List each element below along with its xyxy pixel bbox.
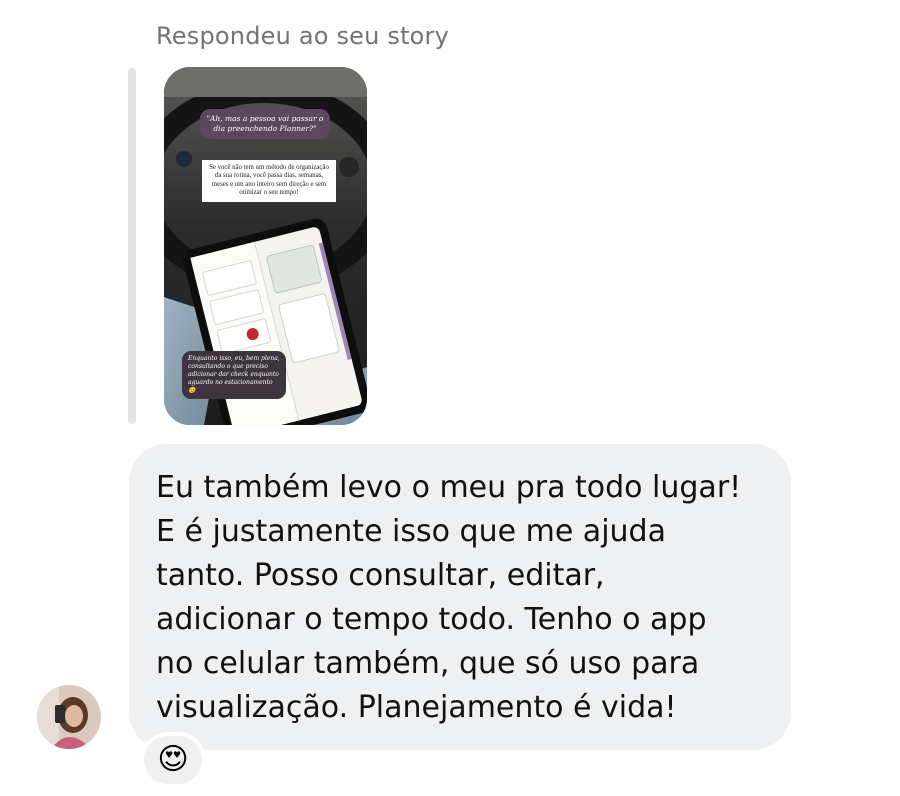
message-line: adicionar o tempo todo. Tenho o app [156, 602, 707, 637]
message-line: E é justamente isso que me ajuda [156, 514, 666, 549]
story-quote: "Ah, mas a pessoa vai passar o dia preen… [200, 109, 330, 139]
message-line: tanto. Posso consultar, editar, [156, 558, 605, 593]
heart-eyes-emoji-icon: 😍 [157, 743, 189, 776]
story-note: Enquanto isso, eu, bem plena, consultand… [182, 351, 286, 399]
story-caption: Se você não tem um método de organização… [202, 160, 336, 202]
story-reply-bar [128, 68, 136, 424]
message-text: Eu também levo o meu pra todo lugar! E é… [156, 466, 776, 730]
reaction-bubble[interactable]: 😍 [140, 732, 206, 788]
message-line: visualização. Planejamento é vida! [156, 690, 677, 725]
message-line: no celular também, que só uso para [156, 646, 700, 681]
avatar-photo [37, 685, 101, 749]
message-line: Eu também levo o meu pra todo lugar! [156, 470, 742, 505]
story-thumbnail[interactable]: "Ah, mas a pessoa vai passar o dia preen… [164, 67, 367, 425]
sender-avatar[interactable] [37, 685, 101, 749]
replied-to-story-label: Respondeu ao seu story [156, 22, 450, 50]
